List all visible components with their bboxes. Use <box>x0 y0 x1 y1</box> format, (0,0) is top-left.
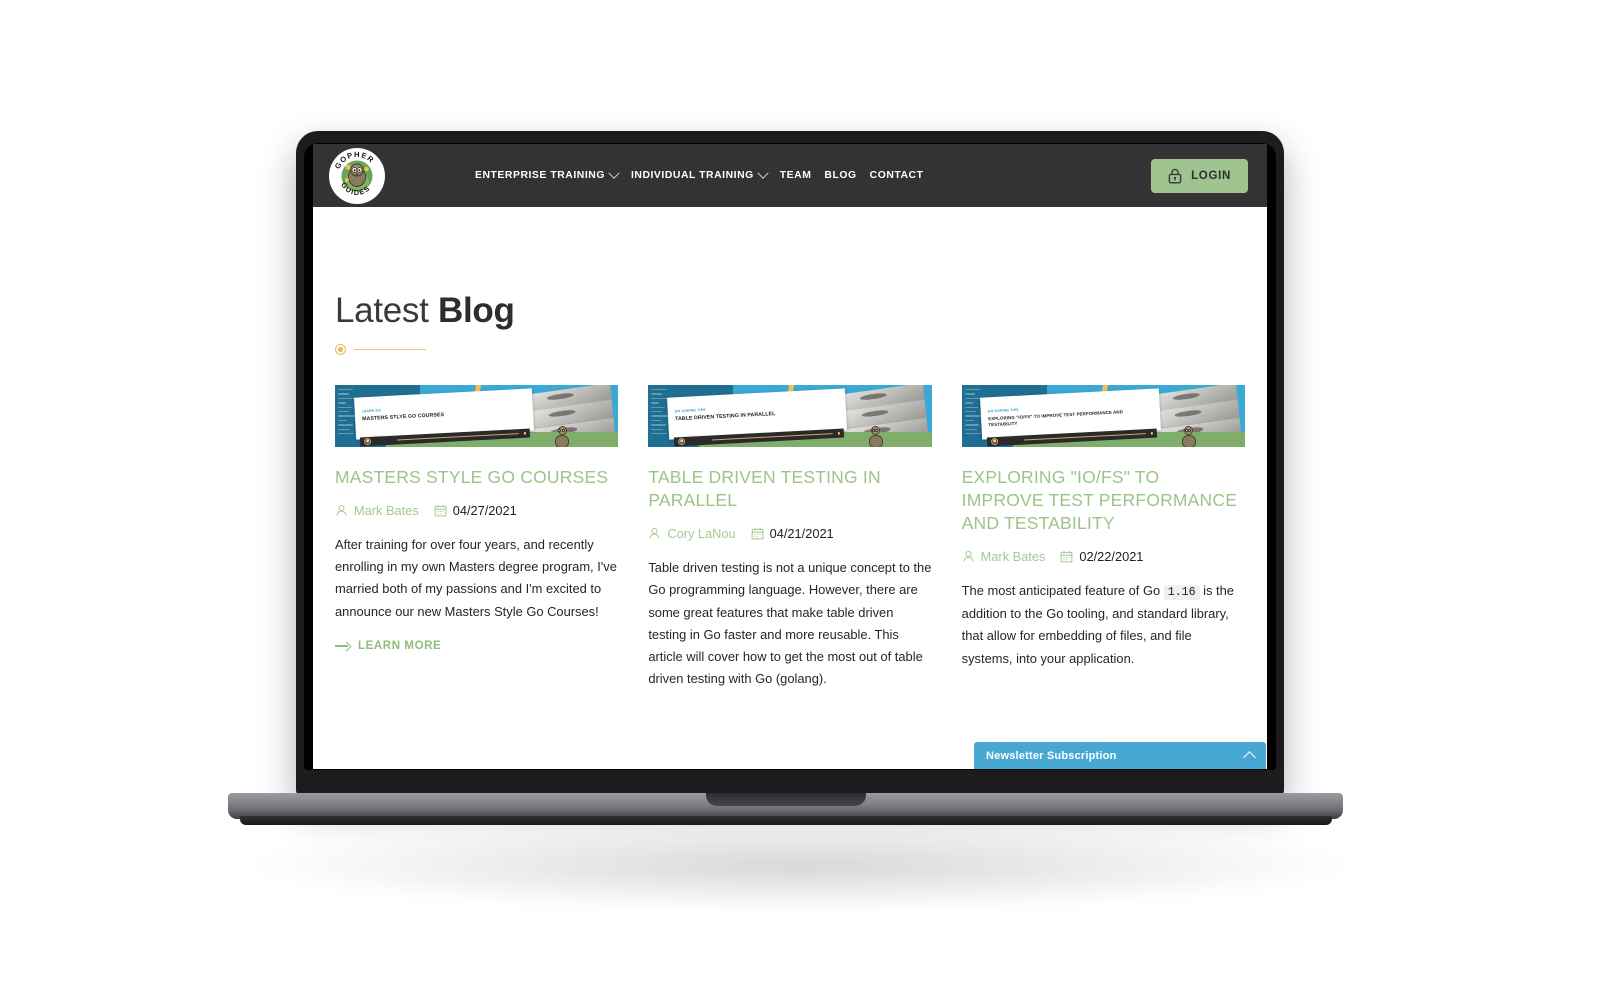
blog-card-excerpt: Table driven testing is not a unique con… <box>648 560 932 687</box>
calendar-icon <box>434 505 447 517</box>
main-navigation: ENTERPRISE TRAINING INDIVIDUAL TRAINING … <box>475 167 924 181</box>
laptop-shadow <box>250 820 1350 910</box>
nav-item-contact[interactable]: CONTACT <box>870 170 924 181</box>
gopher-guides-logo-icon[interactable]: GOPHER GUIDES <box>329 147 385 204</box>
laptop-mockup: GOPHER GUIDES ENTERPRISE TRAINING INDIVI… <box>0 0 1600 1000</box>
nav-item-individual-training[interactable]: INDIVIDUAL TRAINING <box>630 167 769 181</box>
arrow-right-icon <box>335 641 350 650</box>
chevron-up-icon[interactable] <box>1243 750 1256 764</box>
newsletter-title: Newsletter Subscription <box>986 749 1117 762</box>
chevron-down-icon <box>608 167 620 179</box>
date-group: 02/22/2021 <box>1060 549 1143 564</box>
nav-item-team[interactable]: TEAM <box>780 170 812 181</box>
blog-card-meta: Cory LaNou 04/21/2021 <box>648 526 931 541</box>
author-name: Cory LaNou <box>667 526 736 542</box>
blog-card-title[interactable]: EXPLORING "IO/FS" TO IMPROVE TEST PERFOR… <box>962 466 1245 535</box>
nav-label: TEAM <box>779 170 812 181</box>
author-group: Mark Bates <box>962 549 1046 565</box>
blog-card-excerpt: After training for over four years, and … <box>335 537 617 619</box>
post-date: 04/21/2021 <box>769 526 834 542</box>
nav-item-enterprise-training[interactable]: ENTERPRISE TRAINING <box>475 167 620 181</box>
page-title-bold: Blog <box>437 291 515 330</box>
blog-card: LEARN GO MASTERS STLYE GO COURSES Presen… <box>335 385 619 690</box>
presenter-dot-icon <box>837 432 840 436</box>
laptop-foot <box>240 816 1332 825</box>
page-body: Latest Blog LEARN GO MASTERS STLYE GO CO… <box>313 291 1267 691</box>
blog-card-meta: Mark Bates 02/22/2021 <box>962 549 1245 564</box>
gopher-mascot-icon <box>868 426 884 447</box>
nav-label: ENTERPRISE TRAINING <box>475 170 605 181</box>
laptop-bezel: GOPHER GUIDES ENTERPRISE TRAINING INDIVI… <box>304 143 1276 770</box>
author-name: Mark Bates <box>354 503 419 519</box>
chevron-down-icon <box>757 167 769 179</box>
calendar-icon <box>751 528 764 540</box>
presented-by-label: Presented By <box>374 434 390 439</box>
blog-thumbnail[interactable]: GO CODING TIPS TABLE DRIVEN TESTING IN P… <box>648 385 932 447</box>
blog-card-title[interactable]: TABLE DRIVEN TESTING IN PARALLEL <box>648 466 931 512</box>
site-header: GOPHER GUIDES ENTERPRISE TRAINING INDIVI… <box>313 144 1267 207</box>
date-group: 04/27/2021 <box>434 503 517 518</box>
newsletter-subscription-widget[interactable]: Newsletter Subscription <box>974 742 1266 769</box>
post-date: 04/27/2021 <box>452 503 517 519</box>
presenter-avatar <box>364 438 372 446</box>
excerpt-text-before: The most anticipated feature of Go <box>961 583 1164 599</box>
presenter-avatar <box>991 438 999 446</box>
title-underline-decoration <box>335 344 1245 355</box>
presenter-dot-icon <box>1150 432 1154 436</box>
lock-icon <box>1168 168 1182 183</box>
user-icon <box>963 551 974 562</box>
blog-card-title[interactable]: MASTERS STYLE GO COURSES <box>335 466 618 489</box>
page-title-light: Latest <box>335 291 438 330</box>
nav-item-blog[interactable]: BLOG <box>824 170 856 181</box>
post-date: 02/22/2021 <box>1079 549 1144 565</box>
decorative-line <box>354 348 426 351</box>
gopher-mascot-icon <box>554 426 570 447</box>
user-icon <box>649 528 660 539</box>
laptop-base-notch <box>705 793 866 806</box>
blog-card: GO CODING TIPS EXPLORING "IO/FS" TO IMPR… <box>961 385 1245 690</box>
decorative-dot-icon <box>335 344 346 355</box>
author-group: Mark Bates <box>335 503 419 518</box>
login-button[interactable]: LOGIN <box>1151 158 1248 193</box>
laptop-lid: GOPHER GUIDES ENTERPRISE TRAINING INDIVI… <box>296 131 1284 796</box>
presented-by-label: Presented By <box>687 434 703 439</box>
date-group: 04/21/2021 <box>751 526 834 541</box>
learn-more-link[interactable]: LEARN MORE <box>335 640 618 652</box>
presented-by-label: Presented By <box>1000 434 1017 439</box>
go-version-code-token: 1.16 <box>1163 585 1200 601</box>
blog-card-meta: Mark Bates 04/27/2021 <box>335 503 618 518</box>
page-title: Latest Blog <box>335 291 1245 331</box>
user-icon <box>336 505 347 516</box>
login-label: LOGIN <box>1191 169 1231 182</box>
nav-label: BLOG <box>824 170 857 181</box>
presenter-avatar <box>677 438 686 446</box>
gopher-mascot-icon <box>1181 426 1197 447</box>
browser-viewport: GOPHER GUIDES ENTERPRISE TRAINING INDIVI… <box>313 144 1267 769</box>
calendar-icon <box>1060 551 1073 563</box>
blog-thumbnail[interactable]: LEARN GO MASTERS STLYE GO COURSES Presen… <box>335 385 619 447</box>
author-name: Mark Bates <box>980 549 1046 565</box>
blog-card-excerpt: The most anticipated feature of Go 1.16 … <box>962 580 1245 670</box>
blog-card-grid: LEARN GO MASTERS STLYE GO COURSES Presen… <box>335 385 1245 690</box>
blog-thumbnail[interactable]: GO CODING TIPS EXPLORING "IO/FS" TO IMPR… <box>961 385 1245 447</box>
presenter-dot-icon <box>523 432 527 436</box>
blog-card: GO CODING TIPS TABLE DRIVEN TESTING IN P… <box>648 385 932 690</box>
learn-more-label: LEARN MORE <box>358 639 442 652</box>
author-group: Cory LaNou <box>648 526 736 542</box>
nav-label: CONTACT <box>869 170 924 181</box>
nav-label: INDIVIDUAL TRAINING <box>630 170 754 181</box>
